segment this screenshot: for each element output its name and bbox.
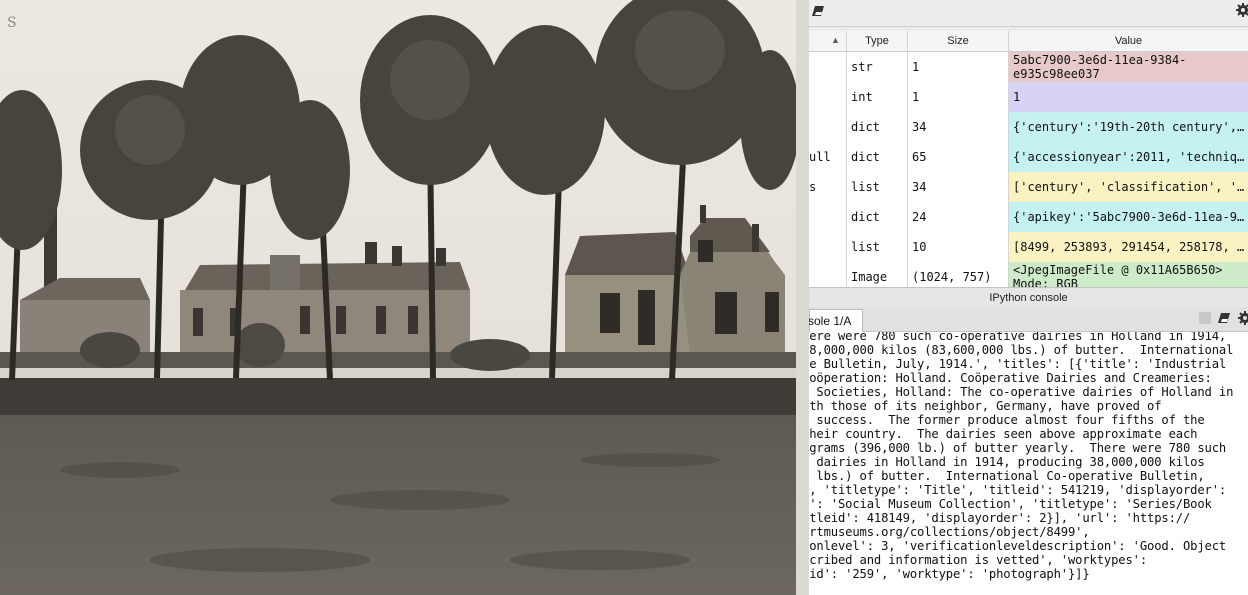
photo-border [796,0,809,595]
cell-type[interactable]: dict [847,202,908,232]
cell-name[interactable] [809,232,847,262]
cell-type[interactable]: dict [847,112,908,142]
cell-name[interactable] [809,112,847,142]
variable-explorer-toolbar [809,0,1248,27]
cell-size[interactable]: 10 [908,232,1009,262]
cell-size-text: 1 [912,60,920,74]
table-row[interactable]: str 1 5abc7900-3e6d-11ea-9384-e935c98ee037 [809,52,1248,83]
cell-value-text: [8499, 253893, 291454, 258178, … [1013,240,1245,254]
cell-value-text: {'apikey':'5abc7900-3e6d-11ea-9… [1013,210,1245,224]
cell-name[interactable]: ull [809,142,847,172]
cell-value[interactable]: [8499, 253893, 291454, 258178, … [1009,232,1248,262]
cell-type[interactable]: int [847,82,908,112]
table-row[interactable]: ull dict 65 {'accessionyear':2011, 'techniq… [809,142,1248,173]
console-options-gear-icon[interactable] [1238,311,1248,325]
cell-name[interactable]: s [809,172,847,202]
cell-type-text: str [851,60,873,74]
cell-size[interactable]: 65 [908,142,1009,172]
column-header-size[interactable]: Size [908,31,1009,51]
console-text: here were 780 such co-operative dairies … [809,332,1234,581]
cell-type[interactable]: list [847,172,908,202]
cell-size-text: (1024, 757) [912,270,992,284]
table-row[interactable]: dict 24 {'apikey':'5abc7900-3e6d-11ea-9… [809,202,1248,233]
clear-console-icon[interactable] [1217,312,1231,324]
cell-value[interactable]: ['century', 'classification', '… [1009,172,1248,202]
corner-mark: S [7,15,17,31]
table-header: ▲ Type Size Value [809,31,1248,52]
cell-value[interactable]: {'century':'19th-20th century',… [1009,112,1248,142]
cell-name-text: ull [809,150,831,164]
table-row[interactable]: int 1 1 [809,82,1248,113]
tab-console-1-label: sole 1/A [809,314,852,328]
console-tabbar: sole 1/A [809,307,1248,332]
cell-size-text: 24 [912,210,927,224]
table-row[interactable]: list 10 [8499, 253893, 291454, 258178, … [809,232,1248,263]
table-row[interactable]: s list 34 ['century', 'classification', '… [809,172,1248,203]
cell-type-text: dict [851,150,880,164]
cell-value-text: 1 [1013,90,1021,104]
cell-size[interactable]: 1 [908,82,1009,112]
cell-type[interactable]: dict [847,142,908,172]
cell-value[interactable]: 5abc7900-3e6d-11ea-9384-e935c98ee037 [1009,52,1248,82]
cell-size-text: 10 [912,240,927,254]
cell-type-text: dict [851,210,880,224]
column-header-name[interactable]: ▲ [809,31,847,51]
cell-type-text: list [851,240,880,254]
cell-value[interactable]: {'apikey':'5abc7900-3e6d-11ea-9… [1009,202,1248,232]
tab-console-1[interactable]: sole 1/A [809,309,863,332]
gear-icon[interactable] [1236,3,1248,17]
cell-size-text: 1 [912,90,920,104]
stop-icon[interactable] [1199,312,1211,324]
column-header-type[interactable]: Type [847,31,908,51]
ipython-console-title: IPython console [809,287,1248,308]
cell-type-text: int [851,90,873,104]
cell-value[interactable]: 1 [1009,82,1248,112]
sort-ascending-icon: ▲ [831,35,840,45]
cell-type-text: list [851,180,880,194]
cell-size[interactable]: 34 [908,172,1009,202]
table-row[interactable]: dict 34 {'century':'19th-20th century',… [809,112,1248,143]
dairy-photo-scene: S [0,0,796,595]
cell-value[interactable]: {'accessionyear':2011, 'techniq… [1009,142,1248,172]
eraser-icon[interactable] [811,5,825,17]
cell-value-text: {'century':'19th-20th century',… [1013,120,1245,134]
cell-size[interactable]: 1 [908,52,1009,82]
cell-name-text: s [809,180,817,194]
cell-value-text: {'accessionyear':2011, 'techniq… [1013,150,1245,164]
cell-size-text: 65 [912,150,927,164]
photograph-image: S [0,0,796,595]
cell-name[interactable] [809,82,847,112]
cell-name[interactable] [809,202,847,232]
cell-size-text: 34 [912,120,927,134]
cell-type-text: dict [851,120,880,134]
column-header-value[interactable]: Value [1009,31,1248,51]
cell-size-text: 34 [912,180,927,194]
cell-type[interactable]: str [847,52,908,82]
cell-type-text: Image [851,270,888,284]
cell-size[interactable]: 24 [908,202,1009,232]
ipython-console-output[interactable]: here were 780 such co-operative dairies … [809,332,1248,595]
spyder-right-pane: ▲ Type Size Value str 1 5abc7900-3e6d-11ea… [809,0,1248,595]
cell-value-text: 5abc7900-3e6d-11ea-9384-e935c98ee037 [1013,53,1187,81]
cell-value-text: ['century', 'classification', '… [1013,180,1245,194]
cell-name[interactable] [809,52,847,82]
cell-size[interactable]: 34 [908,112,1009,142]
cell-type[interactable]: list [847,232,908,262]
